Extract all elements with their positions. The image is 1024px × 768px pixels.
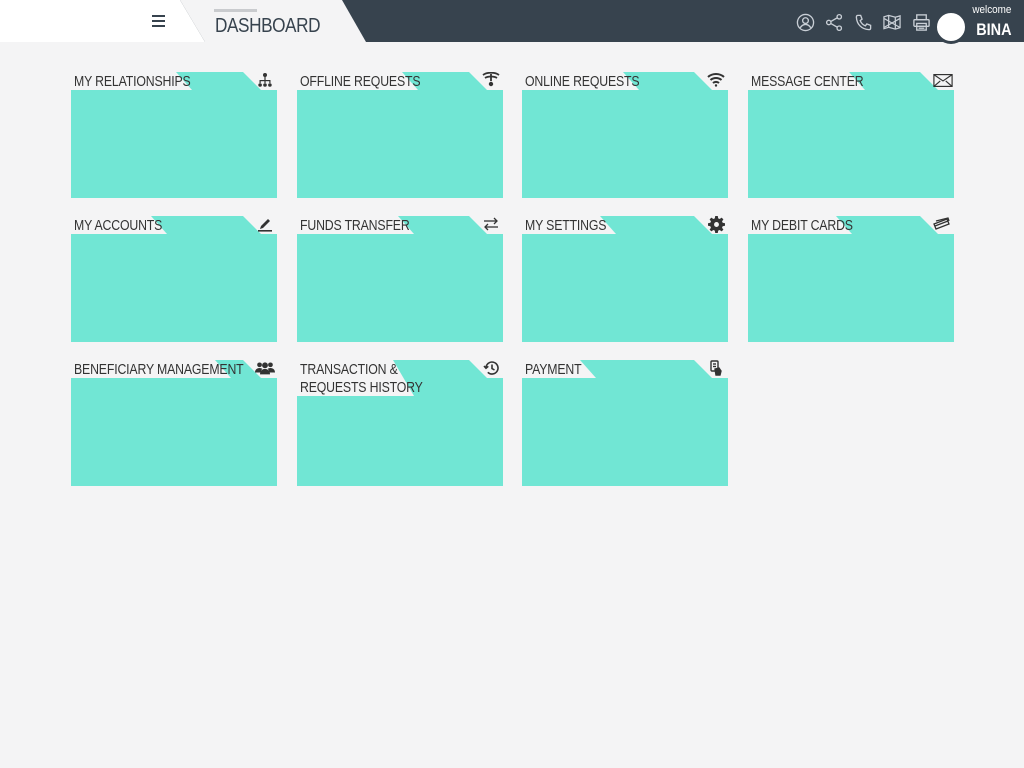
tile-body (748, 90, 954, 198)
tile-funds-transfer[interactable]: FUNDS TRANSFER (297, 216, 503, 342)
wifi-icon (706, 71, 726, 89)
envelope-icon (933, 71, 953, 89)
tile-label: FUNDS TRANSFER (300, 217, 410, 234)
edit-icon (255, 215, 275, 233)
tile-label: PAYMENT (525, 361, 582, 378)
payment-icon (706, 359, 726, 377)
phone-icon[interactable] (852, 11, 874, 33)
tile-body (71, 378, 277, 486)
tile-my-relationships[interactable]: MY RELATIONSHIPS (71, 72, 277, 198)
page-title: DASHBOARD (215, 15, 321, 37)
tile-beneficiary-management[interactable]: BENEFICIARY MANAGEMENT (71, 360, 277, 486)
tile-body (522, 90, 728, 198)
tile-label: MY DEBIT CARDS (751, 217, 853, 234)
tile-body (522, 234, 728, 342)
cards-icon (932, 215, 952, 233)
tile-body (71, 234, 277, 342)
tile-label: BENEFICIARY MANAGEMENT (74, 361, 244, 378)
tile-label: OFFLINE REQUESTS (300, 73, 421, 90)
tile-body (522, 378, 728, 486)
relationships-icon (255, 71, 275, 89)
history-icon (481, 359, 501, 377)
gear-icon (706, 215, 726, 233)
map-icon[interactable] (881, 11, 903, 33)
header-left-panel (0, 0, 205, 42)
tile-label: ONLINE REQUESTS (525, 73, 640, 90)
header-icon-bar (794, 11, 932, 33)
tile-transaction-history[interactable]: TRANSACTION & REQUESTS HISTORY (297, 360, 503, 486)
tile-body (748, 234, 954, 342)
tile-label: MESSAGE CENTER (751, 73, 864, 90)
tile-label: MY ACCOUNTS (74, 217, 163, 234)
menu-icon[interactable] (148, 12, 168, 30)
tile-my-settings[interactable]: MY SETTINGS (522, 215, 728, 342)
tile-message-center[interactable]: MESSAGE CENTER (748, 72, 954, 198)
tile-offline-requests[interactable]: OFFLINE REQUESTS (297, 72, 503, 198)
avatar[interactable] (934, 10, 968, 44)
offline-icon (481, 71, 501, 89)
transfer-icon (481, 215, 501, 233)
tile-label-line2: REQUESTS HISTORY (300, 379, 423, 396)
user-icon[interactable] (794, 11, 816, 33)
tile-label: MY RELATIONSHIPS (74, 73, 191, 90)
tile-my-debit-cards[interactable]: MY DEBIT CARDS (748, 216, 954, 342)
users-icon (255, 359, 275, 377)
print-icon[interactable] (910, 11, 932, 33)
share-icon[interactable] (823, 11, 845, 33)
tile-online-requests[interactable]: ONLINE REQUESTS (522, 72, 728, 198)
tile-body (297, 90, 503, 198)
username: BINA (976, 20, 1012, 39)
top-header: DASHBOARD welcome BINA (0, 0, 1024, 44)
tile-label: TRANSACTION & (300, 361, 398, 378)
tile-label: MY SETTINGS (525, 217, 607, 234)
tile-body (297, 234, 503, 342)
tile-payment[interactable]: PAYMENT (522, 360, 728, 486)
tile-body (71, 90, 277, 198)
tile-my-accounts[interactable]: MY ACCOUNTS (71, 216, 277, 342)
welcome-text: welcome (971, 4, 1011, 16)
title-accent-bar (214, 9, 257, 12)
